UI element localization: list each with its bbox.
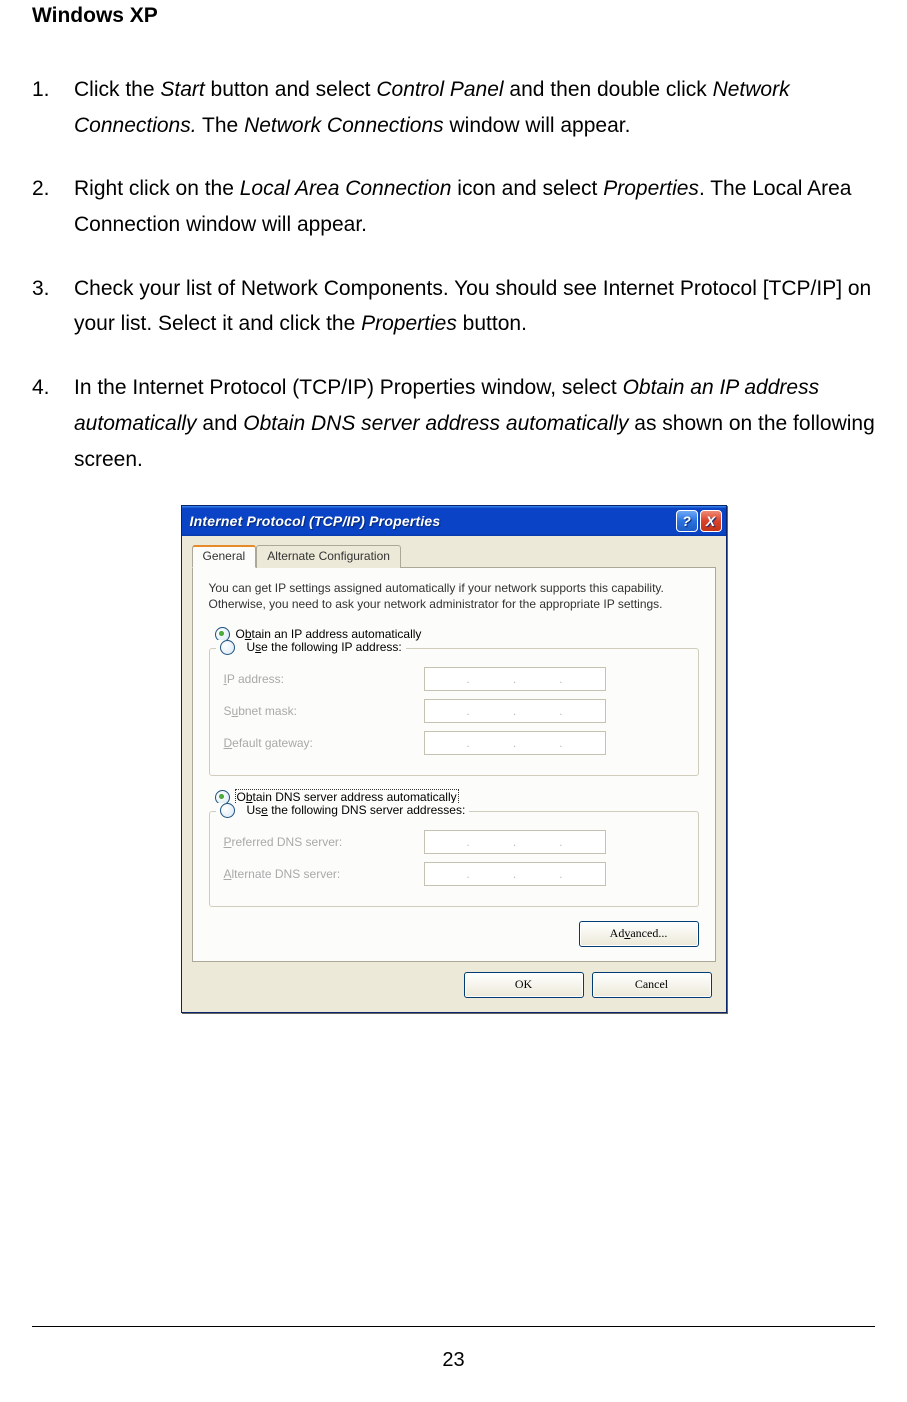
help-icon: ? <box>682 513 691 529</box>
step-1-num: 1. <box>32 72 74 143</box>
close-button[interactable]: X <box>700 510 722 532</box>
tcpip-properties-dialog: Internet Protocol (TCP/IP) Properties ? … <box>181 505 727 1012</box>
tab-content-general: You can get IP settings assigned automat… <box>192 568 716 961</box>
subnet-mask-input[interactable]: ... <box>424 699 606 723</box>
description-text: You can get IP settings assigned automat… <box>209 580 699 612</box>
field-subnet-mask: Subnet mask: ... <box>224 699 684 723</box>
section-heading: Windows XP <box>32 4 875 28</box>
window-title: Internet Protocol (TCP/IP) Properties <box>190 513 674 529</box>
step-1: 1. Click the Start button and select Con… <box>32 72 875 143</box>
field-preferred-dns: Preferred DNS server: ... <box>224 830 684 854</box>
step-3-num: 3. <box>32 271 74 342</box>
field-default-gateway: Default gateway: ... <box>224 731 684 755</box>
step-3: 3. Check your list of Network Components… <box>32 271 875 342</box>
tab-strip: General Alternate Configuration <box>192 544 716 568</box>
page-number: 23 <box>32 1326 875 1372</box>
radio-icon <box>220 640 235 655</box>
group-manual-dns: Use the following DNS server addresses: … <box>209 811 699 907</box>
step-2: 2. Right click on the Local Area Connect… <box>32 171 875 242</box>
field-ip-address: IP address: ... <box>224 667 684 691</box>
step-3-text: Check your list of Network Components. Y… <box>74 271 875 342</box>
alternate-dns-input[interactable]: ... <box>424 862 606 886</box>
radio-use-following-ip[interactable]: Use the following IP address: <box>247 640 402 654</box>
step-2-text: Right click on the Local Area Connection… <box>74 171 875 242</box>
close-icon: X <box>706 513 715 529</box>
tab-general[interactable]: General <box>192 545 257 568</box>
titlebar[interactable]: Internet Protocol (TCP/IP) Properties ? … <box>182 506 726 536</box>
cancel-button[interactable]: Cancel <box>592 972 712 998</box>
preferred-dns-input[interactable]: ... <box>424 830 606 854</box>
step-1-text: Click the Start button and select Contro… <box>74 72 875 143</box>
step-4-num: 4. <box>32 370 74 477</box>
step-4-text: In the Internet Protocol (TCP/IP) Proper… <box>74 370 875 477</box>
instruction-list: 1. Click the Start button and select Con… <box>32 72 875 477</box>
radio-icon <box>220 803 235 818</box>
ip-address-input[interactable]: ... <box>424 667 606 691</box>
step-2-num: 2. <box>32 171 74 242</box>
group-manual-ip: Use the following IP address: IP address… <box>209 648 699 776</box>
radio-use-following-dns[interactable]: Use the following DNS server addresses: <box>247 803 466 817</box>
default-gateway-input[interactable]: ... <box>424 731 606 755</box>
advanced-button[interactable]: Advanced... <box>579 921 699 947</box>
field-alternate-dns: Alternate DNS server: ... <box>224 862 684 886</box>
help-button[interactable]: ? <box>676 510 698 532</box>
tab-alternate-configuration[interactable]: Alternate Configuration <box>256 545 401 568</box>
step-4: 4. In the Internet Protocol (TCP/IP) Pro… <box>32 370 875 477</box>
ok-button[interactable]: OK <box>464 972 584 998</box>
